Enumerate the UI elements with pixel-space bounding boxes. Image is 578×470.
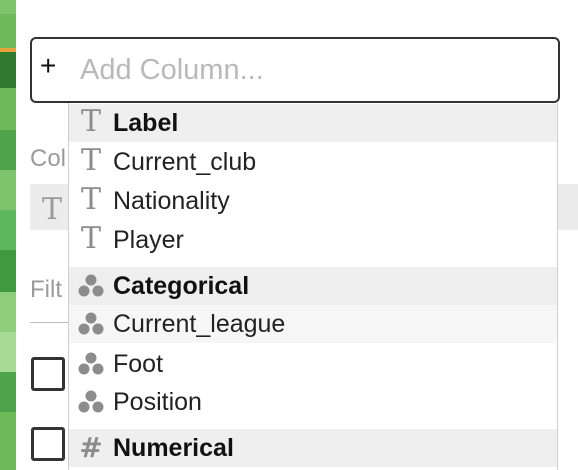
- hash-icon: #: [79, 431, 103, 464]
- text-type-icon: T: [80, 182, 101, 217]
- divider: [30, 322, 70, 323]
- group-header-label: T Label: [69, 104, 557, 142]
- column-dropdown: T Label T Current_club T Nationality T P…: [68, 103, 558, 470]
- text-type-icon: T: [80, 221, 101, 256]
- plus-icon: +: [40, 50, 57, 81]
- heat-cell: [0, 332, 16, 372]
- option-foot[interactable]: Foot: [69, 345, 557, 383]
- add-column-input[interactable]: [80, 50, 550, 90]
- heat-cell: [0, 170, 16, 210]
- heat-cell: [0, 210, 16, 250]
- heat-cell: [0, 412, 16, 470]
- heat-cell: [0, 14, 16, 48]
- text-type-icon: T: [80, 104, 101, 139]
- option-label: Current_league: [113, 309, 286, 338]
- option-label: Nationality: [113, 186, 230, 215]
- group-header-numerical: # Numerical: [69, 429, 557, 467]
- filter-checkbox[interactable]: [31, 357, 65, 391]
- heat-cell: [0, 52, 16, 88]
- categorical-type-icon: [69, 390, 113, 414]
- table-heat-strip: [0, 0, 16, 470]
- heat-cell: [0, 130, 16, 170]
- option-label: Player: [113, 225, 184, 254]
- filters-section-label: Filt: [30, 276, 62, 303]
- heat-cell: [0, 0, 16, 14]
- option-current-club[interactable]: T Current_club: [69, 143, 557, 181]
- group-label: Label: [113, 108, 179, 137]
- columns-section-label: Col: [30, 145, 67, 172]
- heat-cell: [0, 250, 16, 292]
- categorical-type-icon: [69, 312, 113, 336]
- heat-cell: [0, 292, 16, 332]
- group-label: Categorical: [113, 271, 250, 300]
- heat-cell: [0, 372, 16, 412]
- option-current-league[interactable]: Current_league: [69, 305, 557, 343]
- text-type-icon: T: [80, 143, 101, 178]
- categorical-type-icon: [69, 274, 113, 298]
- filter-checkbox[interactable]: [31, 427, 65, 461]
- option-label: Current_club: [113, 147, 257, 176]
- group-label: Numerical: [113, 433, 234, 462]
- heat-cell: [0, 88, 16, 130]
- option-nationality[interactable]: T Nationality: [69, 182, 557, 220]
- option-player[interactable]: T Player: [69, 221, 557, 259]
- option-label: Position: [113, 387, 202, 416]
- option-label: Foot: [113, 349, 164, 378]
- group-header-categorical: Categorical: [69, 267, 557, 305]
- text-type-icon: T: [42, 192, 63, 227]
- option-position[interactable]: Position: [69, 383, 557, 421]
- categorical-type-icon: [69, 352, 113, 376]
